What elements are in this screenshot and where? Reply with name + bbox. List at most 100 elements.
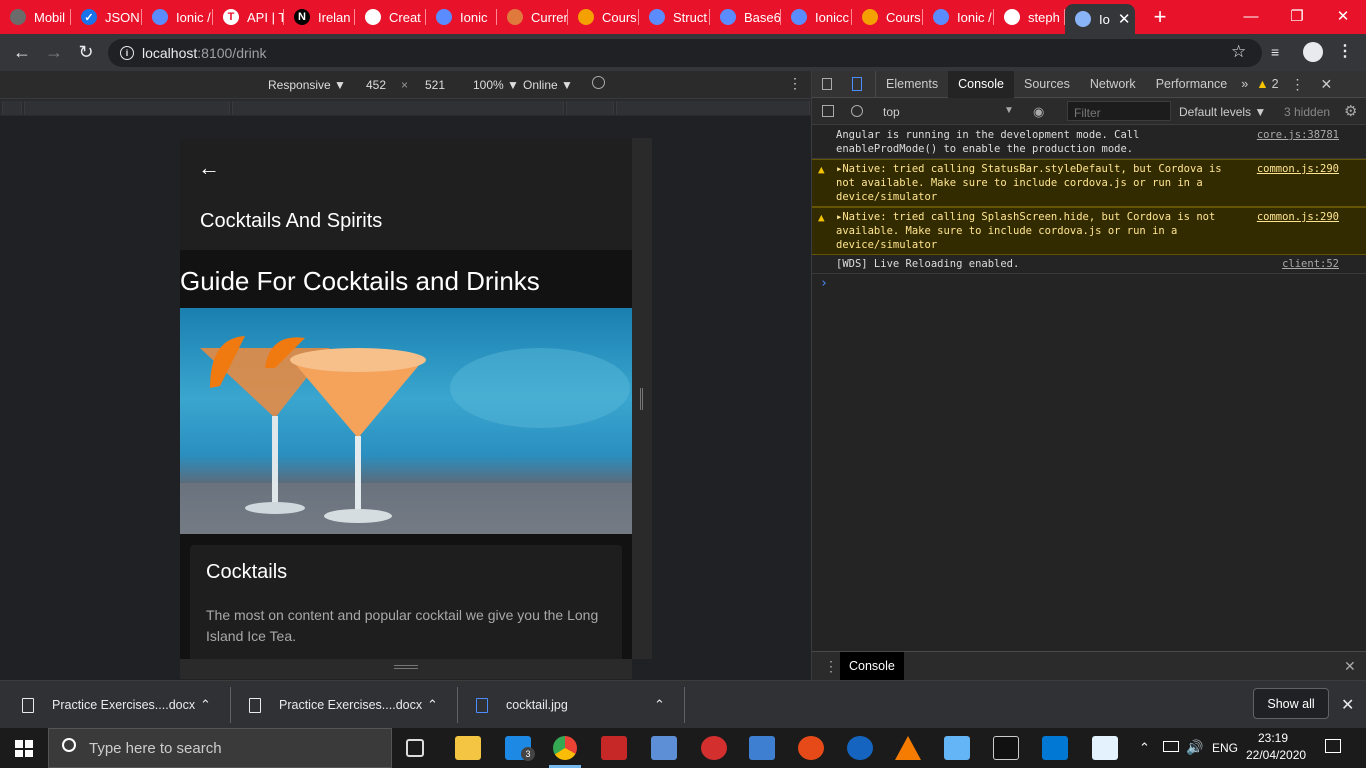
viewport-resize-handle-right[interactable] [632,138,652,659]
windows-start-icon[interactable] [15,740,33,757]
vlc-icon[interactable] [895,736,921,760]
browser-tab[interactable]: Ionic [426,0,497,34]
close-window-button[interactable]: ✕ [1320,0,1366,32]
browser-tab[interactable]: Ionicc [781,0,852,34]
browser-tab[interactable]: Struct [639,0,710,34]
download-item[interactable]: cocktail.jpg [476,681,568,729]
console-source-link[interactable]: core.js:38781 [1257,128,1339,142]
console-source-link[interactable]: common.js:290 [1257,162,1339,176]
blocked-app-icon[interactable] [701,736,727,760]
taskbar-search-box[interactable]: Type here to search [48,728,392,768]
download-item[interactable]: Practice Exercises....docx [22,681,195,729]
tab-network[interactable]: Network [1080,71,1146,98]
console-source-link[interactable]: common.js:290 [1257,210,1339,224]
log-levels-select[interactable]: Default levels ▼ [1179,105,1266,119]
context-select[interactable]: top [883,105,900,119]
network-throttle-select[interactable]: Online ▼ [523,78,573,92]
context-chevron-icon[interactable]: ▼ [1004,105,1014,116]
tab-sources[interactable]: Sources [1014,71,1080,98]
live-expression-eye-icon[interactable]: ◉ [1033,104,1044,120]
language-indicator[interactable]: ENG [1212,741,1238,755]
close-downloads-icon[interactable]: ✕ [1341,695,1354,715]
app-icon-orange[interactable] [798,736,824,760]
zoom-select[interactable]: 100% ▼ [473,78,519,92]
info-icon[interactable]: i [120,46,134,60]
back-arrow-icon[interactable]: ← [198,155,222,180]
app-icon-red[interactable] [601,736,627,760]
download-chevron-icon[interactable]: ⌃ [200,697,211,713]
terminal-icon[interactable] [993,736,1019,760]
malwarebytes-icon[interactable] [847,736,873,760]
taskbar-clock[interactable]: 23:19 22/04/2020 [1246,730,1306,764]
maximize-button[interactable]: ❐ [1274,0,1320,32]
viewport-resize-handle-bottom[interactable] [180,659,632,679]
browser-tab[interactable]: Cours [568,0,639,34]
show-all-downloads-button[interactable]: Show all [1253,688,1329,719]
console-filter-input[interactable]: Filter [1067,101,1171,121]
cocktails-card[interactable]: Cocktails The most on content and popula… [190,545,622,659]
close-tab-icon[interactable]: ✕ [1118,10,1131,28]
download-item[interactable]: Practice Exercises....docx [249,681,422,729]
close-devtools-icon[interactable]: ✕ [1313,71,1341,98]
active-browser-tab[interactable]: Io ✕ [1065,4,1135,34]
notification-icon[interactable] [1325,739,1341,753]
console-source-link[interactable]: client:52 [1282,257,1339,271]
back-icon[interactable]: ← [6,37,38,69]
viewport-width-input[interactable]: 452 [366,78,386,92]
app-icon-light-blue[interactable] [944,736,970,760]
tab-console[interactable]: Console [948,70,1014,98]
browser-tab[interactable]: N Irelan [284,0,355,34]
app-icon-document[interactable] [1092,736,1118,760]
close-drawer-icon[interactable]: ✕ [1344,658,1356,675]
inspect-element-icon[interactable] [812,71,842,98]
chrome-icon[interactable] [553,736,577,760]
address-bar[interactable]: i localhost:8100/drink [108,39,1262,67]
app-icon-blue[interactable] [651,736,677,760]
console-settings-gear-icon[interactable]: ⚙ [1344,102,1357,120]
device-mode-select[interactable]: Responsive ▼ [268,78,346,92]
console-prompt[interactable]: › [812,274,1366,291]
drawer-menu-icon[interactable]: ⋮ [824,658,838,675]
rotate-icon[interactable] [592,76,605,89]
browser-tab[interactable]: Creat [355,0,426,34]
bookmark-star-icon[interactable]: ☆ [1231,42,1246,62]
battery-icon[interactable] [1163,741,1179,752]
browser-tab[interactable]: Ionic / [142,0,213,34]
volume-icon[interactable]: 🔊 [1186,739,1203,756]
browser-tab[interactable]: T API | T [213,0,284,34]
console-sidebar-icon[interactable] [822,105,834,117]
devtools-menu-icon[interactable]: ⋮ [1283,71,1313,98]
console-warning-message[interactable]: ▲ ▸Native: tried calling SplashScreen.hid… [812,207,1366,255]
app-icon-gallery[interactable] [749,736,775,760]
device-more-icon[interactable]: ⋮ [788,75,802,92]
drawer-tab-console[interactable]: Console [840,652,904,680]
browser-tab[interactable]: Mobil [0,0,71,34]
task-view-icon[interactable] [406,739,424,757]
browser-tab[interactable]: Base6 [710,0,781,34]
more-tabs-icon[interactable]: » [1237,71,1252,98]
browser-tab[interactable]: ✓ JSON [71,0,142,34]
console-log-message[interactable]: [WDS] Live Reloading enabled. client:52 [812,255,1366,274]
minimize-button[interactable]: — [1228,0,1274,32]
tray-chevron-icon[interactable]: ⌃ [1139,740,1150,756]
tab-elements[interactable]: Elements [876,71,948,98]
device-toggle-icon[interactable] [842,70,876,98]
vscode-icon[interactable] [1042,736,1068,760]
reload-icon[interactable]: ↻ [70,37,102,69]
browser-tab[interactable]: Cours [852,0,923,34]
browser-tab[interactable]: steph [994,0,1065,34]
tab-performance[interactable]: Performance [1146,71,1238,98]
clear-console-icon[interactable] [851,105,863,117]
download-chevron-icon[interactable]: ⌃ [427,697,438,713]
forward-icon[interactable]: → [38,37,70,69]
profile-avatar-icon[interactable] [1303,42,1323,62]
new-tab-button[interactable]: + [1147,4,1173,30]
browser-tab[interactable]: Ionic / [923,0,994,34]
download-chevron-icon[interactable]: ⌃ [654,697,665,713]
media-control-icon[interactable]: ≡ [1271,44,1279,60]
console-log-message[interactable]: Angular is running in the development mo… [812,126,1366,159]
warning-counter[interactable]: ▲ 2 [1252,71,1282,98]
browser-tab[interactable]: Currer [497,0,568,34]
viewport-height-input[interactable]: 521 [425,78,445,92]
file-explorer-icon[interactable] [455,736,481,760]
